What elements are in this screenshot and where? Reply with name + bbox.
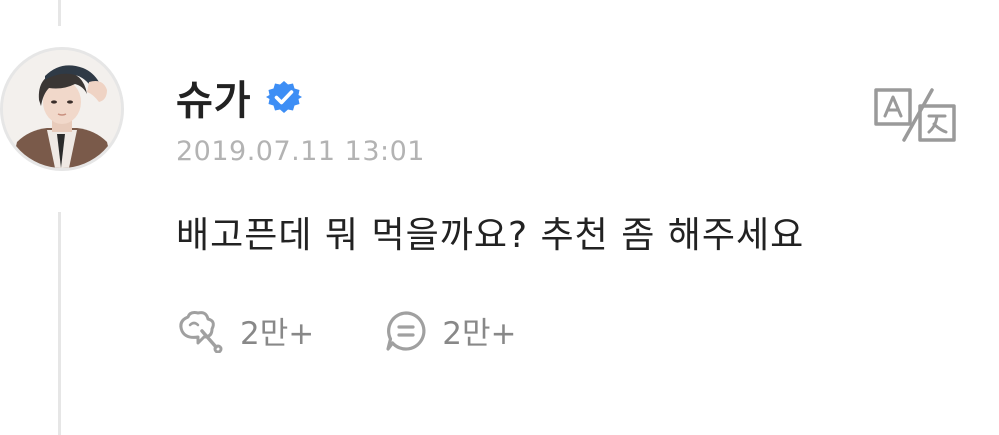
translate-icon (874, 88, 956, 142)
post-message: 배고픈데 뭐 먹을까요? 추천 좀 해주세요 (176, 215, 805, 256)
comment-count: 2만+ (442, 316, 517, 352)
avatar[interactable] (0, 47, 124, 171)
author-row: 슈가 (176, 72, 302, 124)
post-timestamp: 2019.07.11 13:01 (176, 136, 425, 167)
translate-button[interactable] (874, 86, 956, 144)
like-count: 2만+ (240, 316, 315, 352)
cheers-bubble-icon (179, 310, 223, 353)
thread-line-bottom (58, 212, 61, 435)
thread-line-top (58, 0, 61, 26)
comment-button[interactable]: 2만+ (384, 308, 516, 353)
post-actions: 2만+ 2만+ (176, 308, 516, 353)
like-button[interactable]: 2만+ (176, 308, 314, 353)
comment-bubble-icon (386, 310, 426, 351)
post-card: 슈가 2019.07.11 13:01 배고픈데 뭐 먹을까요? 추천 좀 해주… (0, 0, 999, 435)
verified-badge-icon (265, 81, 302, 113)
author-name[interactable]: 슈가 (176, 68, 252, 126)
